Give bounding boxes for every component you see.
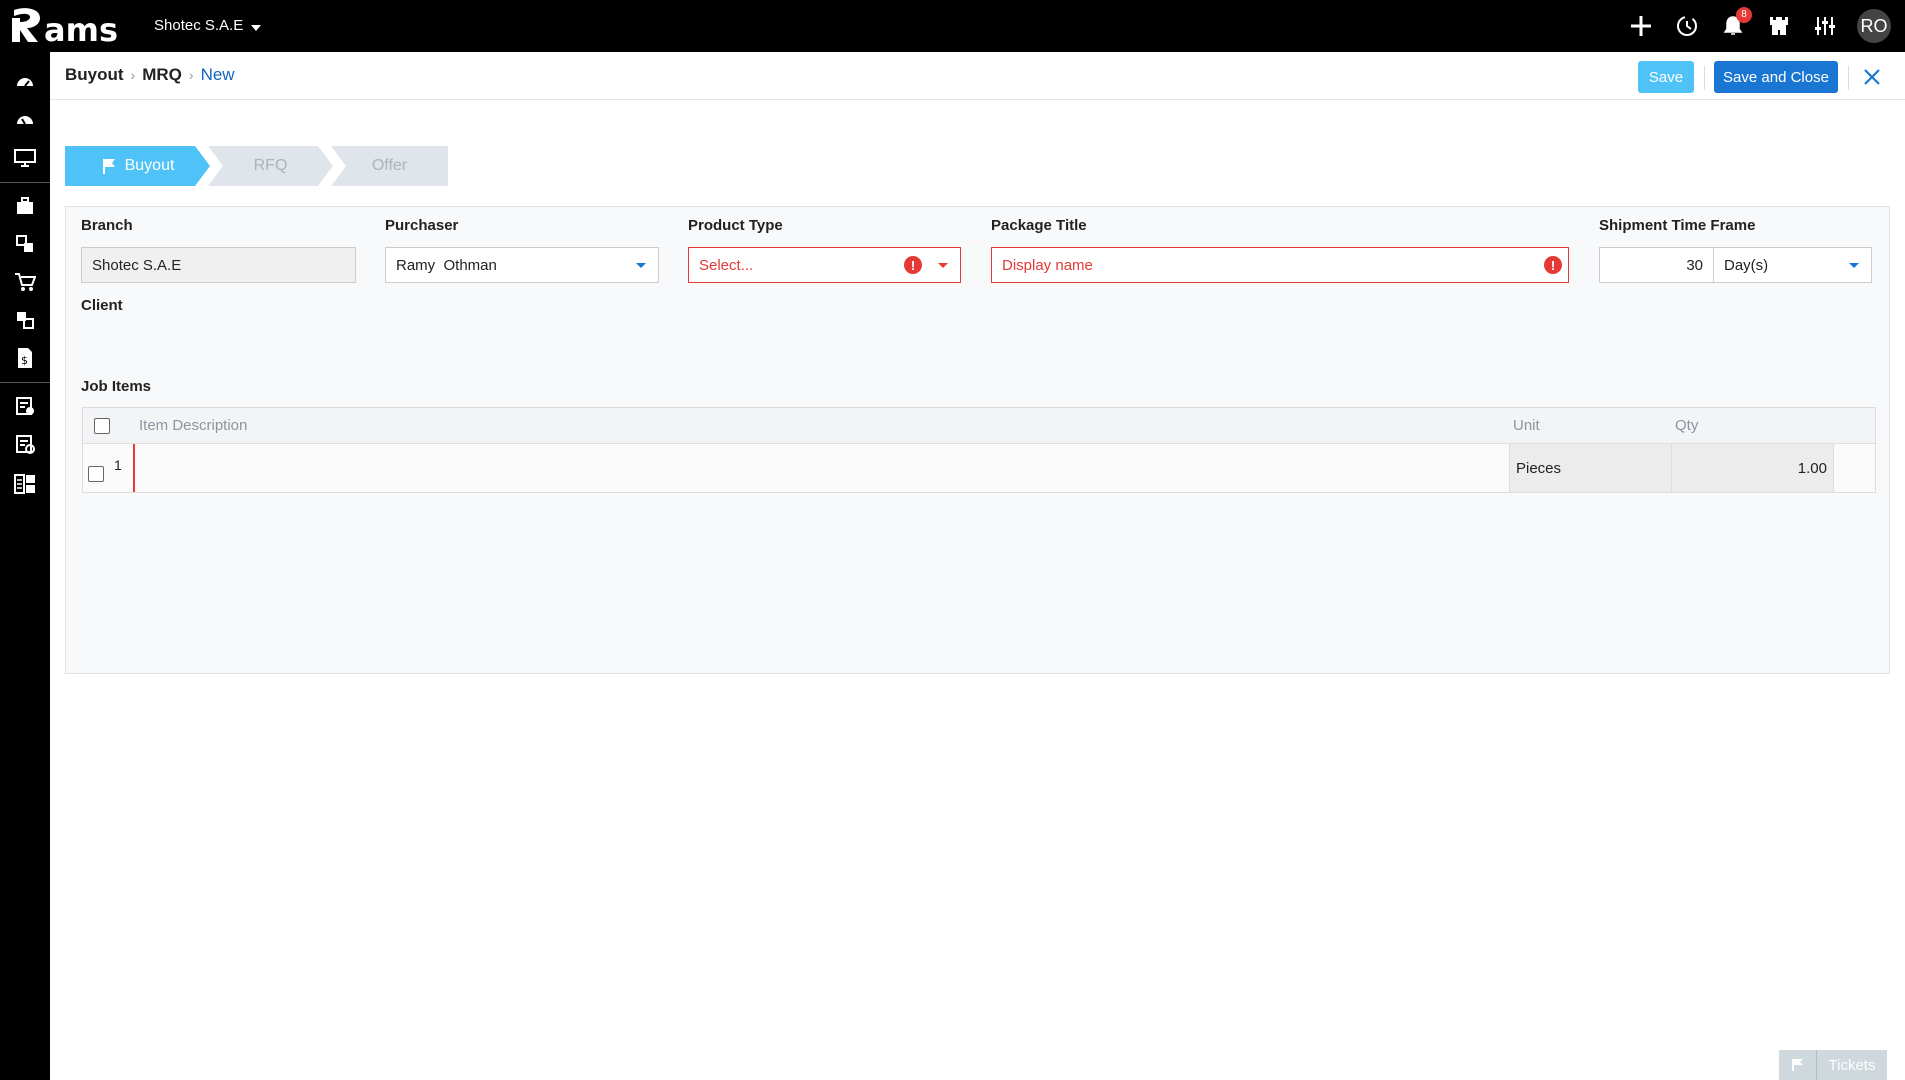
tickets-button[interactable]: Tickets bbox=[1779, 1050, 1887, 1080]
step-buyout[interactable]: Buyout bbox=[65, 146, 210, 186]
job-items-label: Job Items bbox=[81, 378, 152, 395]
job-items-grid: Item Description Unit Qty 1 Pieces 1.00 bbox=[82, 407, 1876, 493]
product-type-select[interactable]: Select... ! bbox=[688, 247, 961, 283]
shipment-time-value: 30 bbox=[1686, 256, 1703, 274]
unit-cell[interactable]: Pieces bbox=[1509, 444, 1671, 492]
qty-value: 1.00 bbox=[1797, 459, 1827, 477]
product-type-label: Product Type bbox=[688, 217, 783, 234]
branch-value: Shotec S.A.E bbox=[92, 256, 182, 274]
transfer-alt-icon[interactable] bbox=[11, 306, 39, 334]
page-header: Buyout › MRQ › New Save Save and Close bbox=[50, 52, 1905, 100]
transfer-icon[interactable] bbox=[11, 230, 39, 258]
chevron-down-icon bbox=[251, 24, 262, 31]
svg-text:$: $ bbox=[21, 354, 28, 367]
svg-text:ams: ams bbox=[44, 11, 118, 46]
select-all-checkbox[interactable] bbox=[94, 418, 110, 434]
col-qty[interactable]: Qty bbox=[1675, 417, 1698, 434]
settings-doc-icon[interactable] bbox=[11, 430, 39, 458]
cart-icon[interactable] bbox=[11, 268, 39, 296]
briefcase-icon[interactable] bbox=[11, 192, 39, 220]
chevron-down-icon bbox=[938, 263, 948, 268]
row-actions-cell bbox=[1833, 444, 1875, 492]
dashboard-icon[interactable] bbox=[11, 68, 39, 96]
client-label: Client bbox=[81, 297, 123, 314]
sidebar-divider bbox=[0, 382, 50, 383]
step-buyout-label: Buyout bbox=[124, 157, 175, 174]
branch-field: Shotec S.A.E bbox=[81, 247, 356, 283]
sidebar-divider bbox=[0, 182, 50, 183]
step-offer[interactable]: Offer bbox=[331, 146, 448, 186]
sidebar: $ bbox=[0, 52, 50, 1080]
chevron-down-icon bbox=[1849, 263, 1859, 268]
step-offer-label: Offer bbox=[371, 157, 408, 174]
bell-icon[interactable]: 8 bbox=[1719, 7, 1752, 40]
shipment-unit-value: Day(s) bbox=[1724, 256, 1769, 274]
qty-cell[interactable]: 1.00 bbox=[1671, 444, 1833, 492]
item-description-cell[interactable] bbox=[133, 444, 1509, 492]
chevron-right-icon: › bbox=[188, 67, 194, 83]
error-icon: ! bbox=[904, 256, 922, 274]
row-number: 1 bbox=[114, 457, 122, 473]
unit-value: Pieces bbox=[1516, 459, 1562, 477]
plus-icon[interactable] bbox=[1627, 12, 1655, 40]
breadcrumb-buyout[interactable]: Buyout bbox=[65, 65, 124, 85]
shipment-unit-select[interactable]: Day(s) bbox=[1713, 247, 1872, 283]
shipment-time-input[interactable]: 30 bbox=[1599, 247, 1714, 283]
monitor-icon[interactable] bbox=[11, 144, 39, 172]
save-button[interactable]: Save bbox=[1638, 61, 1694, 93]
table-row: 1 Pieces 1.00 bbox=[83, 444, 1875, 492]
package-title-label: Package Title bbox=[991, 217, 1087, 234]
dashboard-alt-icon[interactable] bbox=[11, 106, 39, 134]
invoice-dollar-icon[interactable]: $ bbox=[11, 344, 39, 372]
header-divider bbox=[1848, 66, 1849, 90]
step-rfq[interactable]: RFQ bbox=[208, 146, 333, 186]
close-icon[interactable] bbox=[1858, 63, 1886, 91]
company-selector[interactable]: Shotec S.A.E bbox=[154, 17, 262, 34]
breadcrumb-mrq[interactable]: MRQ bbox=[142, 65, 182, 85]
history-icon[interactable] bbox=[1673, 12, 1701, 40]
purchaser-select[interactable]: Ramy Othman bbox=[385, 247, 659, 283]
grid-header: Item Description Unit Qty bbox=[83, 408, 1875, 444]
notification-badge: 8 bbox=[1736, 7, 1752, 23]
castle-icon[interactable] bbox=[1765, 12, 1793, 40]
user-avatar[interactable]: RO bbox=[1857, 9, 1891, 43]
modules-icon[interactable] bbox=[11, 470, 39, 498]
form-panel: Branch Shotec S.A.E Purchaser Ramy Othma… bbox=[65, 206, 1890, 674]
error-icon: ! bbox=[1544, 256, 1562, 274]
package-title-input[interactable]: Display name ! bbox=[991, 247, 1569, 283]
save-and-close-button[interactable]: Save and Close bbox=[1714, 61, 1838, 93]
product-type-placeholder: Select... bbox=[699, 256, 754, 274]
shipment-time-frame-label: Shipment Time Frame bbox=[1599, 217, 1756, 234]
app-logo[interactable]: ams bbox=[10, 4, 134, 49]
branch-label: Branch bbox=[81, 217, 133, 234]
chevron-right-icon: › bbox=[130, 67, 136, 83]
flag-icon bbox=[102, 159, 115, 174]
chevron-down-icon bbox=[636, 263, 646, 268]
tickets-label: Tickets bbox=[1828, 1056, 1876, 1074]
purchaser-value: Ramy Othman bbox=[396, 256, 497, 274]
company-name: Shotec S.A.E bbox=[154, 17, 244, 34]
col-item-description[interactable]: Item Description bbox=[139, 417, 247, 434]
top-icons: 8 RO bbox=[1627, 0, 1891, 52]
col-unit[interactable]: Unit bbox=[1513, 417, 1540, 434]
flag-icon bbox=[1779, 1050, 1817, 1080]
top-bar: ams Shotec S.A.E 8 RO bbox=[0, 0, 1905, 52]
sliders-icon[interactable] bbox=[1811, 12, 1839, 40]
row-checkbox[interactable] bbox=[88, 466, 104, 482]
package-title-placeholder: Display name bbox=[1002, 256, 1093, 274]
breadcrumb-new: New bbox=[200, 65, 235, 84]
breadcrumb: Buyout › MRQ › New bbox=[65, 65, 235, 85]
header-divider bbox=[1704, 66, 1705, 90]
checklist-icon[interactable] bbox=[11, 392, 39, 420]
purchaser-label: Purchaser bbox=[385, 217, 459, 234]
step-rfq-label: RFQ bbox=[253, 157, 288, 174]
